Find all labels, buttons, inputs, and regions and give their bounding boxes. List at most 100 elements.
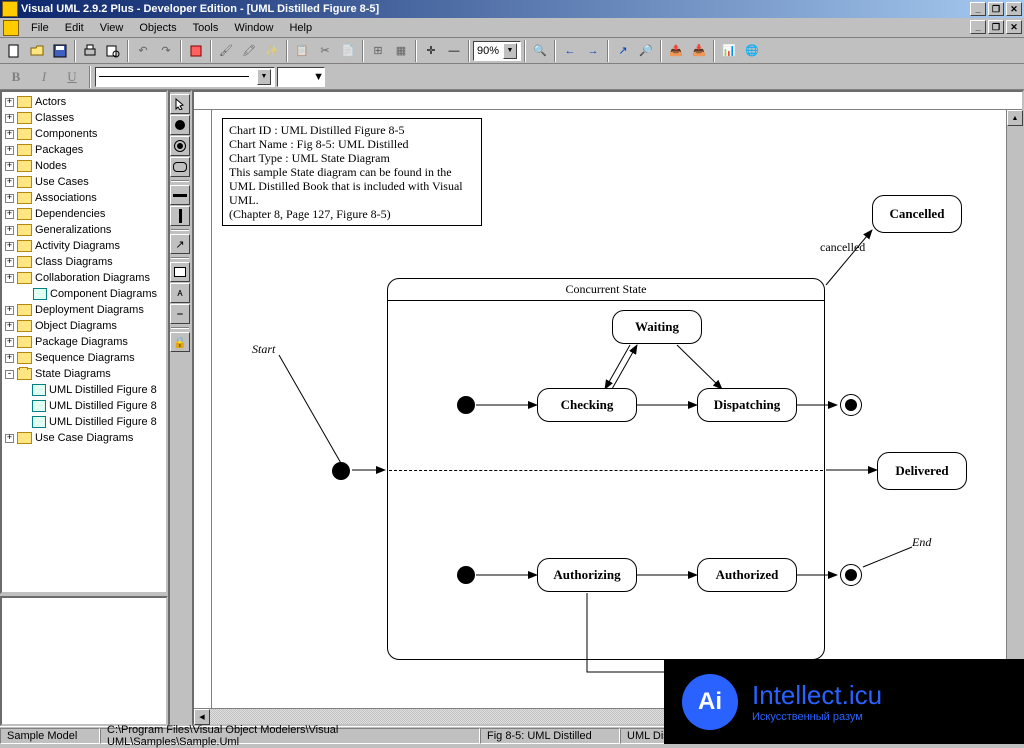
end-state-tool[interactable] bbox=[170, 136, 190, 156]
canvas-scrollbar-v[interactable]: ▲ bbox=[1006, 110, 1022, 708]
expand-icon[interactable]: + bbox=[5, 210, 14, 219]
concurrent-state[interactable]: Concurrent State bbox=[387, 278, 825, 660]
anchor-tool[interactable]: ⎯ bbox=[170, 304, 190, 324]
tree-item[interactable]: +Use Cases bbox=[2, 174, 166, 190]
expand-icon[interactable]: + bbox=[5, 114, 14, 123]
menu-file[interactable]: File bbox=[23, 20, 57, 36]
initial-state[interactable] bbox=[332, 462, 350, 480]
tree-item[interactable]: UML Distilled Figure 8 bbox=[2, 414, 166, 430]
paste-button[interactable]: 📄 bbox=[337, 40, 359, 62]
chevron-down-icon[interactable]: ▼ bbox=[503, 43, 517, 59]
close-button[interactable]: ✕ bbox=[1006, 2, 1022, 16]
tree-item[interactable]: UML Distilled Figure 8 bbox=[2, 382, 166, 398]
model-button[interactable] bbox=[185, 40, 207, 62]
region1-final[interactable] bbox=[840, 394, 862, 416]
region1-initial[interactable] bbox=[457, 396, 475, 414]
expand-icon[interactable]: + bbox=[5, 338, 14, 347]
minimize-button[interactable]: _ bbox=[970, 2, 986, 16]
state-dispatching[interactable]: Dispatching bbox=[697, 388, 797, 422]
group-button[interactable]: ▦ bbox=[390, 40, 412, 62]
tree-item[interactable]: +Activity Diagrams bbox=[2, 238, 166, 254]
mdi-close-button[interactable]: ✕ bbox=[1006, 20, 1022, 34]
align-button[interactable]: ⊞ bbox=[367, 40, 389, 62]
state-waiting[interactable]: Waiting bbox=[612, 310, 702, 344]
tree-item[interactable]: +Use Case Diagrams bbox=[2, 430, 166, 446]
mdi-minimize-button[interactable]: _ bbox=[970, 20, 986, 34]
expand-icon[interactable]: + bbox=[5, 226, 14, 235]
chart-button[interactable]: 📊 bbox=[718, 40, 740, 62]
state-authorized[interactable]: Authorized bbox=[697, 558, 797, 592]
tree-pane[interactable]: +Actors+Classes+Components+Packages+Node… bbox=[0, 90, 168, 594]
tree-item[interactable]: +Package Diagrams bbox=[2, 334, 166, 350]
expand-icon[interactable]: + bbox=[5, 178, 14, 187]
print-preview-button[interactable] bbox=[102, 40, 124, 62]
state-delivered[interactable]: Delivered bbox=[877, 452, 967, 490]
start-state-tool[interactable] bbox=[170, 115, 190, 135]
state-cancelled[interactable]: Cancelled bbox=[872, 195, 962, 233]
brush-button[interactable]: 🖌 bbox=[215, 40, 237, 62]
tree-item[interactable]: +Packages bbox=[2, 142, 166, 158]
tree-item[interactable]: +Object Diagrams bbox=[2, 318, 166, 334]
expand-icon[interactable]: + bbox=[5, 354, 14, 363]
new-button[interactable] bbox=[3, 40, 25, 62]
copy-button[interactable]: 📋 bbox=[291, 40, 313, 62]
open-button[interactable] bbox=[26, 40, 48, 62]
tree-item[interactable]: +Collaboration Diagrams bbox=[2, 270, 166, 286]
chevron-down-icon[interactable]: ▼ bbox=[313, 71, 324, 83]
tree-item[interactable]: UML Distilled Figure 8 bbox=[2, 398, 166, 414]
tree-item[interactable]: +Generalizations bbox=[2, 222, 166, 238]
tree-item[interactable]: +Actors bbox=[2, 94, 166, 110]
expand-icon[interactable]: + bbox=[5, 322, 14, 331]
region2-initial[interactable] bbox=[457, 566, 475, 584]
web-button[interactable]: 🌐 bbox=[741, 40, 763, 62]
tree-item[interactable]: +Classes bbox=[2, 110, 166, 126]
menu-edit[interactable]: Edit bbox=[57, 20, 92, 36]
scroll-up-button[interactable]: ▲ bbox=[1007, 110, 1023, 126]
tree-item[interactable]: -State Diagrams bbox=[2, 366, 166, 382]
menu-tools[interactable]: Tools bbox=[185, 20, 227, 36]
cut-button[interactable]: ✂ bbox=[314, 40, 336, 62]
menu-view[interactable]: View bbox=[92, 20, 132, 36]
lock-tool[interactable]: 🔒 bbox=[170, 332, 190, 352]
tree-item[interactable]: +Nodes bbox=[2, 158, 166, 174]
collapse-icon[interactable]: - bbox=[5, 370, 14, 379]
state-checking[interactable]: Checking bbox=[537, 388, 637, 422]
expand-icon[interactable]: + bbox=[5, 274, 14, 283]
nav-fwd-button[interactable]: → bbox=[582, 40, 604, 62]
nav-up-button[interactable]: ↗ bbox=[612, 40, 634, 62]
tree-item[interactable]: +Associations bbox=[2, 190, 166, 206]
tree-item[interactable]: +Components bbox=[2, 126, 166, 142]
state-authorizing[interactable]: Authorizing bbox=[537, 558, 637, 592]
mdi-restore-button[interactable]: ❐ bbox=[988, 20, 1004, 34]
nav-find-button[interactable]: 🔎 bbox=[635, 40, 657, 62]
save-button[interactable] bbox=[49, 40, 71, 62]
underline-button[interactable]: U bbox=[59, 67, 85, 87]
expand-icon[interactable]: + bbox=[5, 130, 14, 139]
chart-info-box[interactable]: Chart ID : UML Distilled Figure 8-5 Char… bbox=[222, 118, 482, 226]
expand-icon[interactable]: + bbox=[5, 146, 14, 155]
tree-item[interactable]: +Sequence Diagrams bbox=[2, 350, 166, 366]
crosshair-button[interactable]: ✛ bbox=[420, 40, 442, 62]
import-button[interactable]: 📥 bbox=[688, 40, 710, 62]
vsync-tool[interactable] bbox=[170, 206, 190, 226]
maximize-button[interactable]: ❐ bbox=[988, 2, 1004, 16]
region2-final[interactable] bbox=[840, 564, 862, 586]
italic-button[interactable]: I bbox=[31, 67, 57, 87]
line-style-combo[interactable]: ▼ bbox=[95, 67, 275, 87]
expand-icon[interactable]: + bbox=[5, 258, 14, 267]
tree-item[interactable]: +Dependencies bbox=[2, 206, 166, 222]
minus-button[interactable]: — bbox=[443, 40, 465, 62]
note-tool[interactable] bbox=[170, 262, 190, 282]
chevron-down-icon[interactable]: ▼ bbox=[257, 69, 271, 85]
expand-icon[interactable]: + bbox=[5, 306, 14, 315]
bold-button[interactable]: B bbox=[3, 67, 29, 87]
expand-icon[interactable]: + bbox=[5, 194, 14, 203]
transition-tool[interactable]: ↗ bbox=[170, 234, 190, 254]
hsync-tool[interactable] bbox=[170, 185, 190, 205]
find-button[interactable]: 🔍 bbox=[529, 40, 551, 62]
redo-button[interactable]: ↷ bbox=[155, 40, 177, 62]
menu-objects[interactable]: Objects bbox=[131, 20, 184, 36]
tree-item[interactable]: Component Diagrams bbox=[2, 286, 166, 302]
text-tool[interactable]: ᴀ bbox=[170, 283, 190, 303]
expand-icon[interactable]: + bbox=[5, 98, 14, 107]
